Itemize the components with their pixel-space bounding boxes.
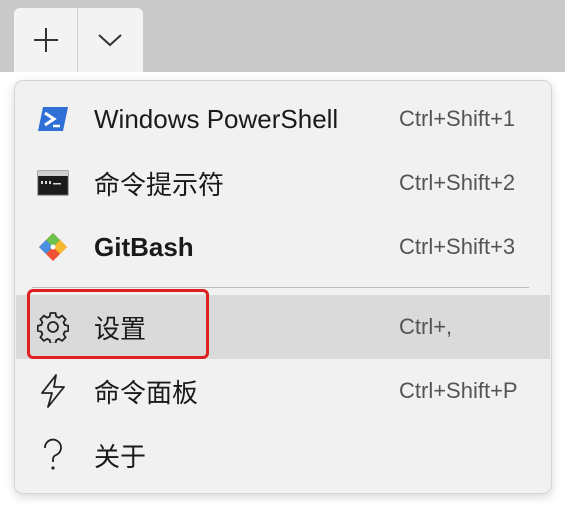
powershell-icon <box>36 102 70 136</box>
menu-item-shortcut: Ctrl+Shift+1 <box>399 106 516 131</box>
menu-item-label: Windows PowerShell <box>94 103 339 134</box>
menu-item-command-palette[interactable]: 命令面板 Ctrl+Shift+P <box>16 359 550 423</box>
menu-item-shortcut: Ctrl+Shift+2 <box>399 170 516 195</box>
menu-item-about[interactable]: 关于 <box>16 423 550 487</box>
menu-item-label: 设置 <box>94 313 147 344</box>
question-mark-icon <box>36 438 70 472</box>
plus-icon <box>33 28 58 52</box>
menu-item-label: GitBash <box>94 231 194 262</box>
chevron-down-icon <box>98 34 122 47</box>
menu-item-label: 命令提示符 <box>94 169 225 200</box>
tab-actions <box>14 8 143 72</box>
menu-item-shortcut: Ctrl+Shift+P <box>399 378 518 403</box>
menu-item-label: 命令面板 <box>94 377 199 408</box>
gear-icon <box>36 310 70 344</box>
lightning-icon <box>36 374 70 408</box>
menu-item-windows-powershell[interactable]: Windows PowerShell Ctrl+Shift+1 <box>16 87 550 151</box>
menu-item-settings[interactable]: 设置 Ctrl+, <box>16 295 550 359</box>
menu-separator <box>32 287 529 288</box>
dropdown-menu: Windows PowerShell Ctrl+Shift+1 命令提示符 Ct… <box>14 80 552 494</box>
menu-item-command-prompt[interactable]: 命令提示符 Ctrl+Shift+2 <box>16 151 550 215</box>
menu-item-shortcut: Ctrl+Shift+3 <box>399 234 516 259</box>
new-tab-button[interactable] <box>14 8 78 72</box>
command-prompt-icon <box>36 166 70 200</box>
git-icon <box>36 230 70 264</box>
menu-item-shortcut: Ctrl+, <box>399 314 453 339</box>
dropdown-button[interactable] <box>78 8 142 72</box>
menu-item-label: 关于 <box>94 441 147 472</box>
menu-item-gitbash[interactable]: GitBash Ctrl+Shift+3 <box>16 215 550 279</box>
title-bar <box>0 0 565 72</box>
